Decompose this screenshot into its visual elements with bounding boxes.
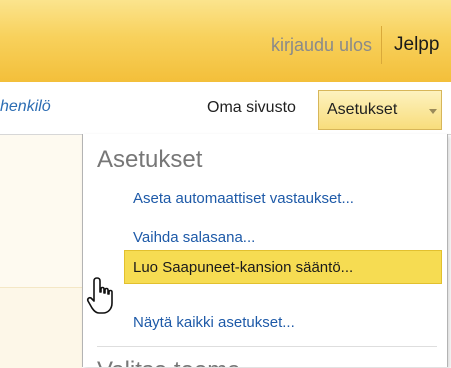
left-pane-background [0, 135, 82, 368]
settings-dropdown-menu: Asetukset Aseta automaattiset vastaukset… [82, 134, 448, 367]
person-link[interactable]: henkilö [0, 98, 51, 116]
help-link[interactable]: Jelpp [394, 34, 451, 56]
settings-tab[interactable]: Asetukset [318, 90, 442, 130]
caret-down-icon [429, 109, 437, 114]
navigation-bar: henkilö Oma sivusto Asetukset [0, 82, 451, 135]
menu-item-create-inbox-rule[interactable]: Luo Saapuneet-kansion sääntö... [124, 250, 442, 284]
menu-item-create-inbox-rule-label: Luo Saapuneet-kansion sääntö... [133, 259, 354, 276]
menu-item-show-all-settings[interactable]: Näytä kaikki asetukset... [133, 314, 295, 331]
my-site-link[interactable]: Oma sivusto [207, 99, 296, 117]
logout-link[interactable]: kirjaudu ulos [271, 35, 372, 56]
left-pane-strip [0, 287, 82, 368]
settings-tab-label: Asetukset [327, 101, 398, 118]
menu-section-title-theme: Valitse teema [97, 357, 241, 367]
top-header-bar: kirjaudu ulos Jelpp [0, 0, 451, 82]
menu-title: Asetukset [97, 146, 203, 173]
menu-item-automatic-replies[interactable]: Aseta automaattiset vastaukset... [133, 190, 354, 207]
header-separator [381, 26, 382, 64]
hand-pointer-icon [86, 277, 113, 314]
menu-item-change-password[interactable]: Vaihda salasana... [133, 229, 255, 246]
menu-divider [97, 346, 437, 347]
